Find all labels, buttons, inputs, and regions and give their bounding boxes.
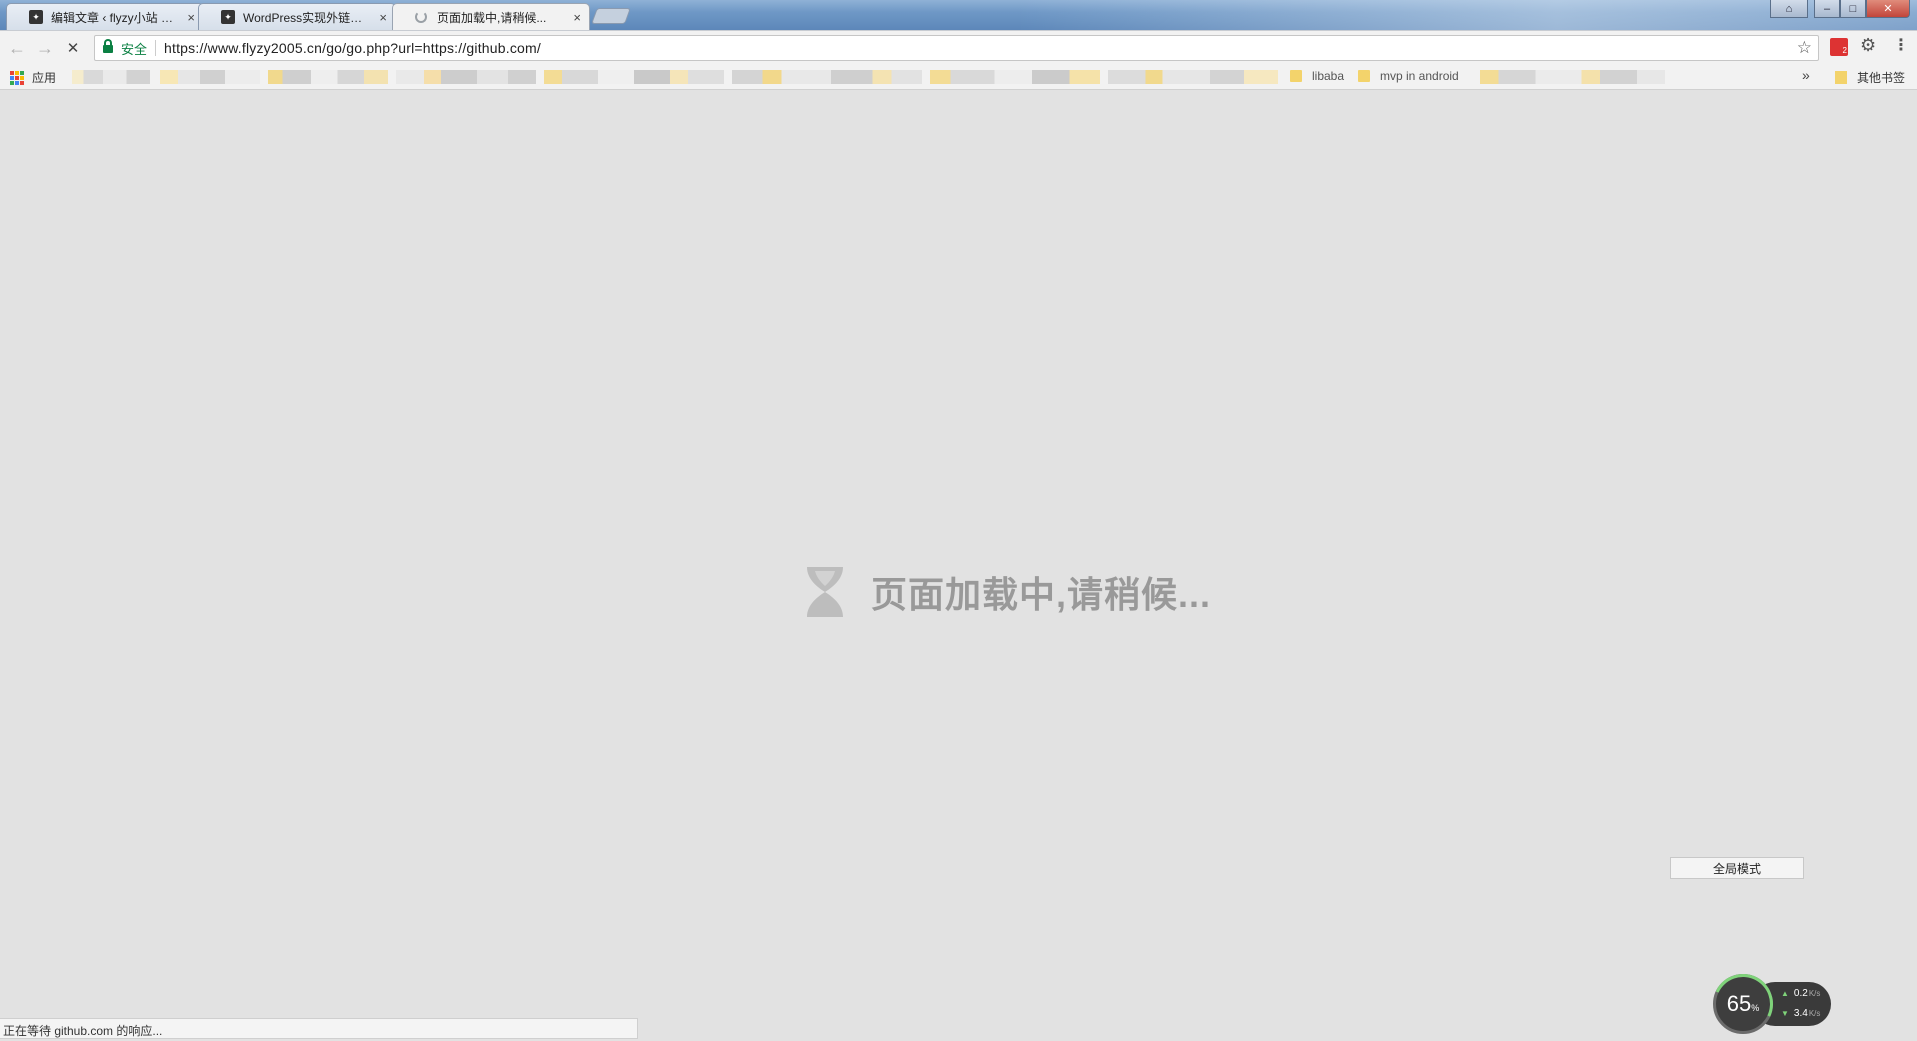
- maximize-button[interactable]: □: [1840, 0, 1866, 18]
- tab-close-icon[interactable]: ×: [573, 10, 581, 25]
- gear-icon[interactable]: ⚙: [1860, 35, 1876, 56]
- apps-label: 应用: [32, 71, 57, 85]
- download-arrow-icon: ▼: [1781, 1009, 1789, 1018]
- tab-title: 编辑文章 ‹ flyzy小站 — W: [51, 10, 179, 25]
- user-profile-button[interactable]: ⌂: [1770, 0, 1808, 18]
- tab-close-icon[interactable]: ×: [379, 10, 387, 25]
- network-speed-widget[interactable]: 65% ▲ 0.2 K/s ▼ 3.4 K/s: [1704, 965, 1833, 1041]
- bookmark-label: libaba: [1312, 69, 1345, 83]
- tab-loading-page[interactable]: 页面加载中,请稍候... ×: [392, 3, 590, 30]
- loading-indicator: 页面加载中,请稍候...: [805, 565, 1211, 619]
- tab-close-icon[interactable]: ×: [187, 10, 195, 25]
- blurred-bookmarks: [1108, 70, 1278, 84]
- secure-label[interactable]: 安全: [121, 39, 147, 58]
- back-icon[interactable]: ←: [6, 37, 28, 59]
- other-bookmarks[interactable]: 其他书签: [1835, 69, 1905, 86]
- status-bar: 正在等待 github.com 的响应...: [0, 1018, 638, 1039]
- window-close-button[interactable]: ✕: [1866, 0, 1910, 18]
- minimize-button[interactable]: –: [1814, 0, 1840, 18]
- blurred-bookmarks: [268, 70, 388, 84]
- apps-grid-icon: [10, 70, 24, 85]
- loading-message: 页面加载中,请稍候...: [871, 574, 1212, 615]
- status-text: 正在等待 github.com 的响应...: [3, 1024, 163, 1038]
- folder-icon: [1358, 70, 1370, 82]
- blurred-bookmarks: [544, 70, 724, 84]
- bookmark-mvp-in-android[interactable]: mvp in android: [1358, 69, 1459, 83]
- bookmark-label: mvp in android: [1380, 69, 1459, 83]
- extension-icon[interactable]: 2: [1830, 38, 1848, 56]
- hourglass-icon: [807, 567, 843, 617]
- page-content: 页面加载中,请稍候... 全局模式: [0, 91, 1917, 1041]
- bookmarks-bar: 应用 libaba mvp in android » 其他书签: [0, 64, 1917, 90]
- folder-icon: [1290, 70, 1302, 82]
- bookmark-libaba[interactable]: libaba: [1290, 69, 1344, 83]
- apps-shortcut[interactable]: 应用: [10, 69, 56, 86]
- tab-edit-article[interactable]: ✦ 编辑文章 ‹ flyzy小站 — W ×: [6, 3, 204, 30]
- lock-icon: [103, 38, 113, 54]
- bookmark-star-icon[interactable]: ☆: [1797, 38, 1812, 58]
- stop-loading-icon[interactable]: ✕: [62, 37, 84, 59]
- loading-spinner-icon: [415, 11, 427, 23]
- other-bookmarks-label: 其他书签: [1857, 71, 1906, 85]
- memory-gauge: 65%: [1704, 965, 1782, 1041]
- folder-icon: [1835, 71, 1847, 84]
- address-bar[interactable]: 安全 https://www.flyzy2005.cn/go/go.php?ur…: [94, 35, 1819, 61]
- tab-title: WordPress实现外链Go跳: [243, 10, 371, 25]
- blurred-bookmarks: [930, 70, 1100, 84]
- site-favicon-icon: ✦: [221, 10, 235, 24]
- bookmarks-overflow-icon[interactable]: »: [1802, 67, 1810, 83]
- upload-arrow-icon: ▲: [1781, 989, 1789, 998]
- new-tab-button[interactable]: [591, 8, 631, 24]
- blurred-bookmarks: [396, 70, 536, 84]
- blurred-bookmarks: [732, 70, 922, 84]
- tab-strip: ✦ 编辑文章 ‹ flyzy小站 — W × ✦ WordPress实现外链Go…: [0, 0, 1917, 30]
- tab-wordpress-go[interactable]: ✦ WordPress实现外链Go跳 ×: [198, 3, 396, 30]
- menu-icon[interactable]: ⋮: [1893, 35, 1909, 55]
- gauge-arc: [1704, 965, 1782, 1041]
- tab-title: 页面加载中,请稍候...: [437, 10, 547, 25]
- upload-rate: ▲ 0.2 K/s: [1781, 988, 1821, 999]
- fullscreen-mode-button[interactable]: 全局模式: [1670, 857, 1804, 879]
- omnibox-separator: [155, 40, 157, 56]
- forward-icon[interactable]: →: [34, 37, 56, 59]
- browser-toolbar: ← → ✕ 安全 https://www.flyzy2005.cn/go/go.…: [0, 30, 1917, 64]
- site-favicon-icon: ✦: [29, 10, 43, 24]
- blurred-bookmarks: [72, 70, 150, 84]
- download-rate: ▼ 3.4 K/s: [1781, 1008, 1821, 1019]
- extension-badge: 2: [1842, 46, 1847, 55]
- blurred-bookmarks: [1480, 70, 1665, 84]
- blurred-bookmarks: [160, 70, 260, 84]
- url-text[interactable]: https://www.flyzy2005.cn/go/go.php?url=h…: [164, 40, 541, 56]
